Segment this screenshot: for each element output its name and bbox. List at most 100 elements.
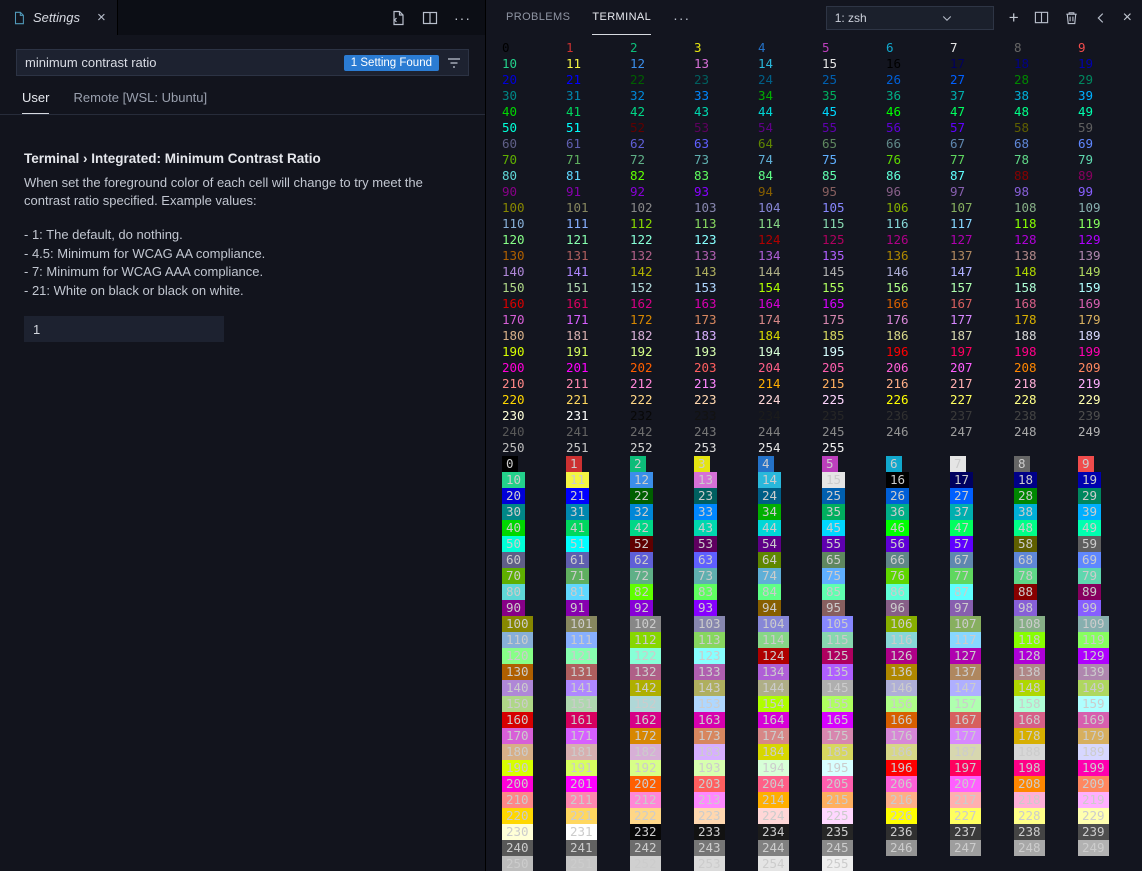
terminal-bg-cell: 201 [566,776,630,792]
terminal-row: 200201202203204205206207208209 [502,776,1142,792]
terminal-bg-cell: 41 [566,520,630,536]
terminal-bg-swatch: 3 [694,456,710,472]
terminal-bg-cell: 113 [694,632,758,648]
terminal-instance-select[interactable]: 1: zsh [826,6,994,30]
terminal-fg-cell: 41 [566,104,630,120]
terminal-fg-cell: 25 [822,72,886,88]
terminal-bg-swatch: 191 [566,760,597,776]
terminal-bg-swatch: 91 [566,600,589,616]
terminal-bg-cell: 234 [758,824,822,840]
terminal-bg-swatch: 28 [1014,488,1037,504]
terminal-fg-cell: 16 [886,56,950,72]
terminal-fg-cell: 127 [950,232,1014,248]
terminal-bg-cell: 37 [950,504,1014,520]
terminal-viewport[interactable]: 0123456789101112131415161718192021222324… [486,35,1142,871]
terminal-bg-cell: 228 [1014,808,1078,824]
panel-tab-problems[interactable]: PROBLEMS [506,0,570,35]
terminal-fg-cell: 43 [694,104,758,120]
terminal-bg-cell: 199 [1078,760,1142,776]
terminal-bg-swatch: 19 [1078,472,1101,488]
scope-tab-user[interactable]: User [22,90,49,114]
terminal-bg-swatch: 65 [822,552,845,568]
terminal-bg-swatch: 47 [950,520,973,536]
terminal-fg-cell: 213 [694,376,758,392]
terminal-bg-cell: 91 [566,600,630,616]
terminal-fg-cell: 26 [886,72,950,88]
panel-tab-terminal[interactable]: TERMINAL [592,0,651,35]
terminal-bg-cell: 132 [630,664,694,680]
settings-search-input[interactable] [17,55,344,70]
terminal-fg-cell: 251 [566,440,630,456]
terminal-bg-swatch: 205 [822,776,853,792]
terminal-bg-cell: 35 [822,504,886,520]
terminal-bg-swatch: 207 [950,776,981,792]
filter-icon[interactable] [446,55,462,71]
terminal-row: 140141142143144145146147148149 [502,680,1142,696]
terminal-fg-cell: 65 [822,136,886,152]
terminal-row: 230231232233234235236237238239 [502,824,1142,840]
terminal-bg-cell: 129 [1078,648,1142,664]
terminal-fg-cell: 70 [502,152,566,168]
terminal-bg-swatch: 83 [694,584,717,600]
terminal-bg-swatch: 235 [822,824,853,840]
setting-value-input[interactable] [24,316,224,342]
terminal-fg-cell: 224 [758,392,822,408]
terminal-bg-cell: 215 [822,792,886,808]
terminal-bg-cell: 254 [758,856,822,871]
terminal-bg-cell: 67 [950,552,1014,568]
panel-more-tabs-icon[interactable]: ··· [673,10,690,26]
terminal-bg-swatch: 114 [758,632,789,648]
terminal-bg-swatch: 107 [950,616,981,632]
split-editor-icon[interactable] [422,10,438,26]
tab-settings[interactable]: Settings × [0,0,118,35]
terminal-fg-cell: 110 [502,216,566,232]
terminal-bg-swatch: 158 [1014,696,1045,712]
kill-terminal-trash-icon[interactable] [1064,10,1079,25]
terminal-bg-cell: 112 [630,632,694,648]
terminal-fg-cell: 44 [758,104,822,120]
terminal-bg-cell: 197 [950,760,1014,776]
terminal-fg-cell: 113 [694,216,758,232]
terminal-bg-swatch: 60 [502,552,525,568]
chevron-left-icon[interactable] [1094,11,1108,25]
terminal-bg-swatch: 157 [950,696,981,712]
settings-search: 1 Setting Found [16,49,469,76]
more-actions-icon[interactable]: ··· [454,10,471,26]
terminal-bg-cell: 171 [566,728,630,744]
new-terminal-icon[interactable]: + [1009,10,1019,26]
terminal-bg-cell: 108 [1014,616,1078,632]
terminal-bg-swatch: 96 [886,600,909,616]
terminal-bg-swatch: 171 [566,728,597,744]
scope-tab-remote[interactable]: Remote [WSL: Ubuntu] [73,90,207,114]
terminal-bg-cell: 249 [1078,840,1142,856]
terminal-bg-swatch: 130 [502,664,533,680]
close-tab-icon[interactable]: × [97,9,106,26]
terminal-fg-cell: 190 [502,344,566,360]
terminal-bg-cell: 72 [630,568,694,584]
terminal-bg-cell: 38 [1014,504,1078,520]
terminal-fg-cell: 163 [694,296,758,312]
terminal-bg-swatch: 203 [694,776,725,792]
terminal-bg-cell: 239 [1078,824,1142,840]
terminal-fg-cell: 15 [822,56,886,72]
terminal-fg-cell: 105 [822,200,886,216]
terminal-bg-cell: 248 [1014,840,1078,856]
terminal-bg-cell: 198 [1014,760,1078,776]
terminal-fg-cell: 100 [502,200,566,216]
terminal-bg-cell: 5 [822,456,886,472]
terminal-row: 240241242243244245246247248249 [502,840,1142,856]
vscode-window: Settings × ··· 1 Setting Found [0,0,1142,871]
terminal-fg-cell: 126 [886,232,950,248]
terminal-bg-cell: 134 [758,664,822,680]
terminal-row: 130131132133134135136137138139 [502,664,1142,680]
terminal-fg-cell: 180 [502,328,566,344]
open-settings-json-icon[interactable] [390,10,406,26]
terminal-bg-cell: 253 [694,856,758,871]
terminal-bg-cell: 18 [1014,472,1078,488]
split-terminal-icon[interactable] [1034,10,1049,25]
terminal-bg-swatch: 48 [1014,520,1037,536]
terminal-row: 220221222223224225226227228229 [502,392,1142,408]
terminal-bg-swatch: 115 [822,632,853,648]
terminal-bg-cell: 202 [630,776,694,792]
close-panel-icon[interactable]: × [1123,9,1132,27]
